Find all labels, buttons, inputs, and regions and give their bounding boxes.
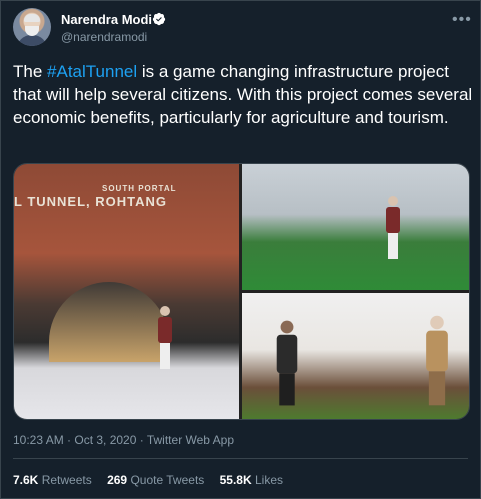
retweets-count: 7.6K bbox=[13, 473, 39, 487]
quote-tweets-count: 269 bbox=[107, 473, 128, 487]
person-figure bbox=[386, 196, 400, 259]
retweets-label: Retweets bbox=[41, 473, 92, 487]
media-photo-model[interactable] bbox=[242, 293, 469, 419]
divider bbox=[13, 458, 468, 459]
avatar[interactable] bbox=[13, 8, 51, 46]
quote-tweets-stat[interactable]: 269 Quote Tweets bbox=[107, 473, 204, 487]
person-figure bbox=[158, 306, 172, 369]
likes-label: Likes bbox=[255, 473, 284, 487]
tweet-timestamp[interactable]: 10:23 AM · Oct 3, 2020 · Twitter Web App bbox=[13, 433, 234, 447]
likes-stat[interactable]: 55.8K Likes bbox=[220, 473, 283, 487]
quote-tweets-label: Quote Tweets bbox=[130, 473, 205, 487]
person-figure bbox=[426, 315, 448, 406]
media-photo-exhibition[interactable] bbox=[242, 164, 469, 290]
verified-badge-icon bbox=[152, 12, 166, 26]
retweets-stat[interactable]: 7.6K Retweets bbox=[13, 473, 92, 487]
tweet-text-start: The bbox=[13, 62, 48, 81]
tweet-card: Narendra Modi @narendramodi ••• The #Ata… bbox=[0, 0, 481, 499]
portal-sign-top: SOUTH PORTAL bbox=[102, 184, 177, 193]
more-options-icon[interactable]: ••• bbox=[452, 11, 472, 29]
tunnel-arch bbox=[49, 282, 169, 362]
engagement-stats: 7.6K Retweets 269 Quote Tweets 55.8K Lik… bbox=[13, 473, 283, 487]
media-grid: SOUTH PORTAL L TUNNEL, ROHTANG bbox=[13, 163, 470, 420]
person-figure bbox=[276, 320, 298, 406]
media-photo-tunnel-portal[interactable]: SOUTH PORTAL L TUNNEL, ROHTANG bbox=[14, 164, 239, 419]
tweet-text: The #AtalTunnel is a game changing infra… bbox=[13, 60, 473, 129]
hashtag-link[interactable]: #AtalTunnel bbox=[47, 62, 137, 81]
author-name[interactable]: Narendra Modi bbox=[61, 12, 152, 27]
author-handle[interactable]: @narendramodi bbox=[61, 30, 147, 44]
likes-count: 55.8K bbox=[219, 473, 252, 487]
portal-sign-main: L TUNNEL, ROHTANG bbox=[14, 194, 168, 209]
